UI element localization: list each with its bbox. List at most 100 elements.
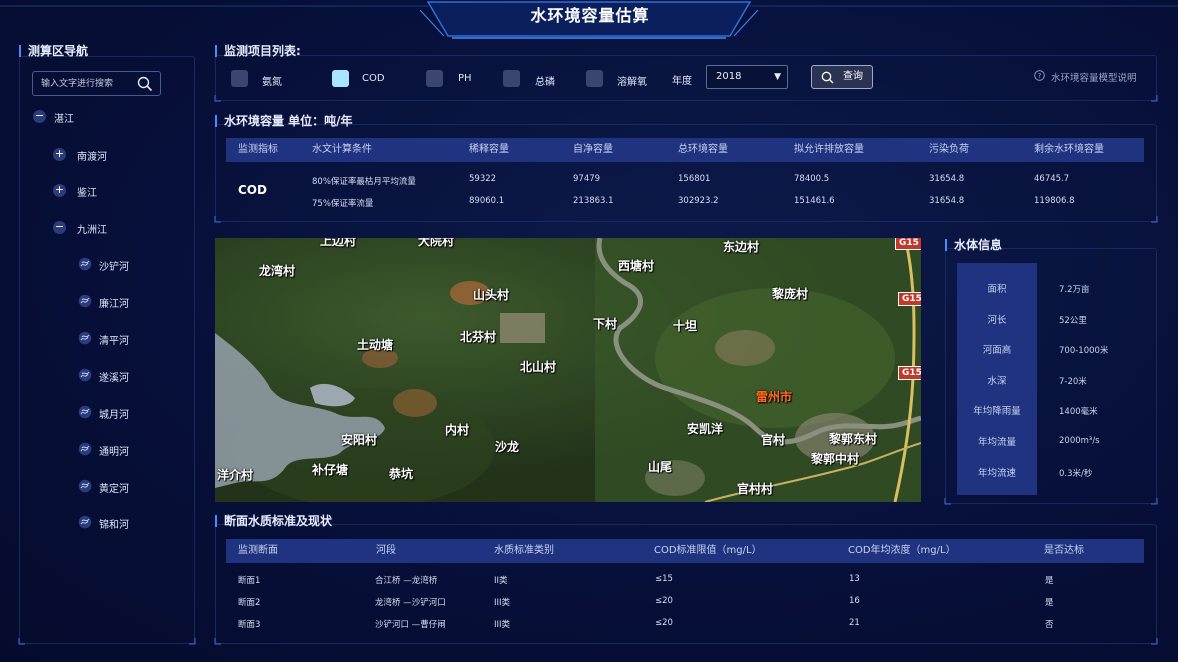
quality-title: 断面水质标准及现状 — [215, 515, 332, 527]
river-icon — [78, 405, 92, 419]
checkbox-label: 总磷 — [535, 77, 555, 88]
expand-icon[interactable]: + — [53, 148, 66, 161]
table-cell: 302923.2 — [678, 196, 719, 206]
water-info-label: 年均流速 — [977, 467, 1016, 479]
water-info-label: 河面高 — [982, 345, 1012, 357]
help-label: 水环境容量模型说明 — [1051, 73, 1137, 84]
water-info-value: 2000m³/s — [1059, 436, 1100, 446]
map-place-label: 山尾 — [648, 460, 673, 474]
map-place-label: 土动塘 — [357, 338, 394, 352]
tree-label: 南渡河 — [77, 152, 107, 163]
expand-icon[interactable]: + — [53, 184, 66, 197]
river-icon — [78, 331, 92, 345]
search-input[interactable] — [41, 76, 136, 92]
table-cell: 59322 — [469, 174, 497, 184]
satellite-map[interactable]: 龙湾村 山头村 西塘村 东边村 黎庞村 北芬村 下村 土动塘 北山村 十坦 雷州市 安阳村 内村 沙龙 安凯… — [215, 238, 921, 502]
map-place-label: 大院村 — [418, 238, 455, 248]
column-header: 拟允许排放容量 — [794, 144, 864, 155]
checkbox-ammonia[interactable] — [231, 70, 248, 87]
map-place-label: 西塘村 — [618, 259, 655, 273]
year-value: 2018 — [716, 71, 742, 82]
table-cell: 断面2 — [238, 598, 261, 608]
river-icon — [78, 368, 92, 382]
query-button[interactable]: 查询 — [811, 65, 873, 89]
search-box — [32, 71, 161, 96]
table-cell: 78400.5 — [794, 174, 830, 184]
river-icon — [78, 442, 92, 456]
year-select[interactable]: 2018 ▼ — [706, 65, 788, 89]
table-cell: 80%保证率最枯月平均流量 — [312, 177, 416, 187]
table-cell: 151461.6 — [794, 196, 835, 206]
water-info-label: 水深 — [987, 375, 1007, 387]
highway-badge: G15 — [898, 366, 921, 380]
table-cell: II类 — [494, 576, 508, 586]
table-cell: 89060.1 — [469, 196, 505, 206]
map-place-label: 安凯洋 — [687, 422, 724, 436]
dropdown-arrow-icon: ▼ — [774, 72, 781, 82]
search-icon — [821, 71, 834, 84]
table-cell: 21 — [849, 618, 860, 628]
capacity-table-header: 监测指标 水文计算条件 稀释容量 自净容量 总环境容量 拟允许排放容量 污染负荷… — [226, 138, 1144, 162]
column-header: 监测断面 — [238, 545, 278, 556]
table-cell: 断面3 — [238, 620, 261, 630]
column-header: 污染负荷 — [929, 144, 969, 155]
table-cell: 是 — [1045, 576, 1054, 586]
map-place-label: 黎郭东村 — [829, 432, 878, 446]
column-header: 总环境容量 — [678, 144, 728, 155]
tree-label: 城月河 — [99, 410, 129, 421]
checkbox-cod[interactable] — [332, 70, 349, 87]
checkbox-oxygen[interactable] — [586, 70, 603, 87]
map-place-label: 龙湾村 — [259, 264, 296, 278]
year-label: 年度 — [672, 76, 692, 87]
map-place-label: 安阳村 — [341, 433, 378, 447]
column-header: 自净容量 — [573, 144, 613, 155]
table-cell: 75%保证率流量 — [312, 199, 374, 209]
table-cell: 龙湾桥 —沙铲河口 — [375, 598, 446, 608]
column-header: 水文计算条件 — [312, 144, 372, 155]
table-cell: ≤20 — [655, 618, 673, 628]
checkbox-phosphorus[interactable] — [503, 70, 520, 87]
search-icon[interactable] — [137, 76, 153, 92]
river-icon — [78, 515, 92, 529]
column-header: 河段 — [376, 545, 396, 556]
checkbox-ph[interactable] — [426, 70, 443, 87]
water-info-value: 52公里 — [1059, 315, 1087, 326]
table-cell: 沙铲河口 —曹仔闸 — [375, 620, 446, 630]
water-info-value: 7-20米 — [1059, 376, 1087, 387]
tree-label: 湛江 — [54, 114, 74, 125]
map-place-label: 北芬村 — [460, 330, 497, 344]
tree-label: 沙铲河 — [99, 262, 129, 273]
collapse-icon[interactable]: − — [33, 110, 46, 123]
capacity-title: 水环境容量 单位：吨/年 — [215, 115, 353, 127]
map-place-label: 黎郭中村 — [811, 452, 860, 466]
map-place-label: 十坦 — [673, 319, 698, 333]
column-header: 水质标准类别 — [494, 545, 554, 556]
model-help-link[interactable]: ? 水环境容量模型说明 — [1034, 70, 1137, 84]
help-icon: ? — [1034, 70, 1045, 81]
tree-label: 清平河 — [99, 336, 129, 347]
collapse-icon[interactable]: − — [53, 221, 66, 234]
map-place-label: 沙龙 — [495, 440, 520, 454]
tree-label: 鉴江 — [77, 188, 97, 199]
tree-label: 九洲江 — [77, 225, 107, 236]
tree-label: 锦和河 — [99, 520, 129, 531]
column-header: 是否达标 — [1044, 545, 1084, 556]
indicator-cell: COD — [238, 183, 267, 197]
map-place-label: 黎庞村 — [772, 287, 809, 301]
water-info-label: 年均流量 — [977, 437, 1016, 448]
quality-table-header: 监测断面 河段 水质标准类别 COD标准限值（mg/L） COD年均浓度（mg/… — [226, 539, 1144, 563]
title-bar: 水环境容量估算 — [0, 0, 1178, 39]
water-info-value: 700-1000米 — [1059, 346, 1109, 357]
water-info-value: 1400毫米 — [1059, 407, 1098, 418]
checkbox-label: 溶解氧 — [617, 77, 647, 88]
map-place-label: 补仔塘 — [312, 463, 349, 477]
map-place-label: 下村 — [593, 317, 618, 331]
map-place-label: 东边村 — [723, 240, 760, 254]
table-cell: 31654.8 — [929, 174, 965, 184]
map-place-label: 上边村 — [320, 238, 357, 248]
highway-badge: G15 — [895, 238, 921, 250]
table-cell: 46745.7 — [1034, 174, 1070, 184]
water-info-value: 7.2万亩 — [1059, 285, 1090, 295]
nav-title: 测算区导航 — [19, 45, 88, 57]
tree-label: 廉江河 — [99, 299, 129, 310]
